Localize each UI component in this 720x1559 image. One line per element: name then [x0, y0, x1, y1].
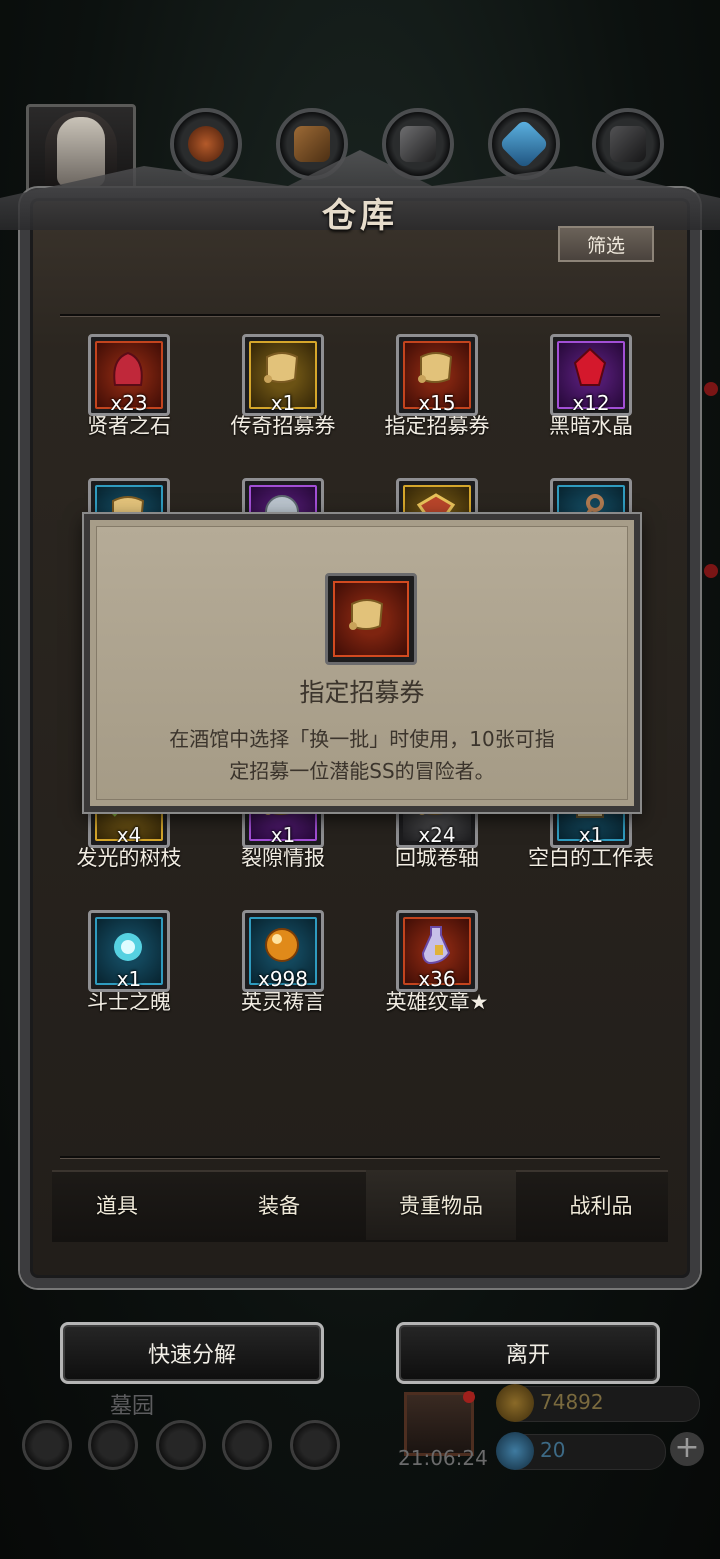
- item-quantity: x1: [116, 967, 142, 991]
- item-quantity: x1: [578, 823, 604, 847]
- item-quantity: x4: [116, 823, 142, 847]
- notification-dot: [463, 1391, 475, 1403]
- tab-equipment[interactable]: 装备: [204, 1170, 354, 1240]
- item-quantity: x15: [418, 391, 456, 415]
- material-tab-crystal[interactable]: [488, 108, 560, 180]
- gold-value: 74892: [540, 1390, 604, 1414]
- side-notification-dot: [704, 382, 718, 396]
- top-divider: [60, 314, 660, 316]
- scroll-icon: [349, 599, 384, 630]
- inventory-item[interactable]: x36 英雄纹章★: [357, 910, 517, 1016]
- material-tab-leather[interactable]: [170, 108, 242, 180]
- leather-icon: [188, 126, 224, 162]
- steel-icon: [610, 126, 646, 162]
- item-quantity: x1: [270, 823, 296, 847]
- gem-icon: [496, 1432, 534, 1470]
- item-quantity: x23: [110, 391, 148, 415]
- item-quantity: x36: [418, 967, 456, 991]
- inventory-item[interactable]: x1 传奇招募券: [203, 334, 363, 440]
- inventory-item[interactable]: x12 黑暗水晶: [511, 334, 671, 440]
- filter-button[interactable]: 筛选: [558, 226, 654, 262]
- mail-icon[interactable]: [222, 1420, 272, 1470]
- material-tab-steel[interactable]: [592, 108, 664, 180]
- popup-item-frame: [325, 573, 417, 665]
- red-crystal-icon: [573, 347, 607, 386]
- popup-item-description: 在酒馆中选择「换一批」时使用，10张可指 定招募一位潜能SS的冒险者。: [169, 727, 555, 783]
- item-frame: x1: [242, 334, 324, 416]
- item-frame: x1: [88, 910, 170, 992]
- item-frame: x15: [396, 334, 478, 416]
- item-quantity: x1: [270, 391, 296, 415]
- item-quantity: x24: [418, 823, 456, 847]
- tab-valuables[interactable]: 贵重物品: [366, 1170, 516, 1240]
- popup-paper: 指定招募券 在酒馆中选择「换一批」时使用，10张可指 定招募一位潜能SS的冒险者…: [96, 526, 628, 800]
- guild-icon[interactable]: [156, 1420, 206, 1470]
- tab-items[interactable]: 道具: [42, 1170, 192, 1240]
- crystal-icon: [498, 118, 550, 170]
- quick-dismantle-button[interactable]: 快速分解: [60, 1322, 324, 1384]
- iron-icon: [400, 126, 436, 162]
- gem-value: 20: [540, 1438, 566, 1462]
- inventory-item[interactable]: x15 指定招募券: [357, 334, 517, 440]
- item-frame: x36: [396, 910, 478, 992]
- item-quantity: x12: [572, 391, 610, 415]
- side-notification-dot: [704, 564, 718, 578]
- item-frame: x23: [88, 334, 170, 416]
- inventory-item[interactable]: x23 贤者之石: [49, 334, 209, 440]
- item-frame: x998: [242, 910, 324, 992]
- item-frame: x12: [550, 334, 632, 416]
- gold-coin-icon: [496, 1384, 534, 1422]
- wood-icon: [294, 126, 330, 162]
- hero-icon[interactable]: [88, 1420, 138, 1470]
- gift-timer: 21:06:24: [398, 1446, 488, 1470]
- inventory-item[interactable]: x998 英灵祷言: [203, 910, 363, 1016]
- red-stone-icon: [113, 351, 143, 386]
- leave-button[interactable]: 离开: [396, 1322, 660, 1384]
- forge-icon[interactable]: [290, 1420, 340, 1470]
- item-quantity: x998: [257, 967, 308, 991]
- settings-icon[interactable]: [22, 1420, 72, 1470]
- inventory-item[interactable]: x1 斗士之魄: [49, 910, 209, 1016]
- scroll-icon: [264, 352, 299, 383]
- tab-loot[interactable]: 战利品: [526, 1170, 676, 1240]
- add-gems-button[interactable]: +: [670, 1432, 704, 1466]
- location-label: 墓园: [110, 1394, 155, 1419]
- orange-orb-icon: [265, 928, 299, 962]
- popup-item-name: 指定招募券: [299, 678, 425, 707]
- potion-icon: [421, 926, 451, 965]
- item-detail-popup[interactable]: 指定招募券 在酒馆中选择「换一批」时使用，10张可指 定招募一位潜能SS的冒险者…: [84, 514, 640, 812]
- blue-flame-icon: [114, 933, 142, 961]
- scroll-icon: [418, 352, 453, 383]
- bottom-divider: [60, 1156, 660, 1158]
